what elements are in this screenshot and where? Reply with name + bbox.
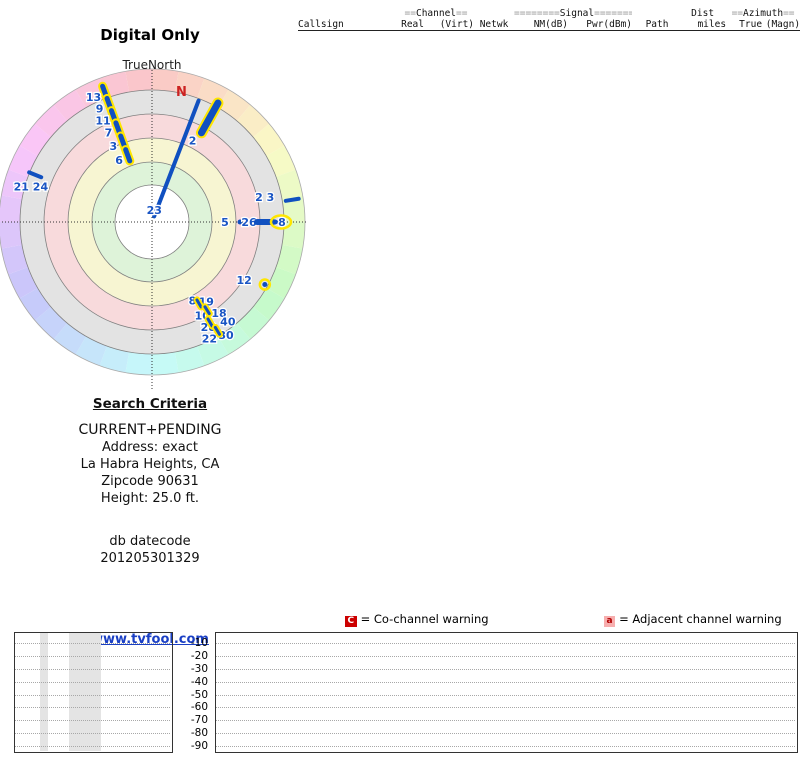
radar-channel-label: 3 xyxy=(109,140,117,153)
dbm-tick: -90 xyxy=(190,740,208,752)
azimuth-color-ring xyxy=(125,69,152,93)
channel-group-header: ==Channel== xyxy=(404,8,468,19)
dbm-tick: -80 xyxy=(190,727,208,740)
radar-title: Digital Only xyxy=(100,26,200,44)
col-miles: miles xyxy=(682,19,727,31)
signal-group-header: ========Signal======== xyxy=(514,8,633,19)
search-criteria-block: Search Criteria CURRENT+PENDING Address:… xyxy=(25,396,275,647)
gridline xyxy=(15,707,170,709)
radar-channel-label: 23 xyxy=(147,204,162,217)
gridline xyxy=(15,694,170,696)
azimuth-color-ring xyxy=(0,222,23,249)
radar-channel-label: 11 xyxy=(95,115,110,128)
gridline xyxy=(216,707,795,709)
legend-adjacent-channel: a = Adjacent channel warning xyxy=(604,612,782,627)
radar-channel-label: 22 xyxy=(202,333,217,346)
gridline xyxy=(216,746,795,747)
radar-channel-label: 6 xyxy=(115,154,123,167)
db-datecode-block: db datecode 201205301329 xyxy=(25,533,275,567)
gridline xyxy=(216,720,795,722)
search-criteria-heading: Search Criteria xyxy=(92,396,208,412)
dbm-tick: -70 xyxy=(190,714,208,727)
azimuth-color-ring xyxy=(152,351,179,375)
radar-channel-label: 12 xyxy=(237,274,252,287)
dist-group-header: Dist xyxy=(691,8,715,19)
dbm-tick: -60 xyxy=(190,701,208,714)
azimuth-color-ring xyxy=(0,195,23,222)
adjacent-channel-badge: a xyxy=(604,616,616,627)
radar-channel-label: 40 xyxy=(220,316,236,329)
magnetic-north-label: N xyxy=(176,85,187,100)
tvfool-report-page: 23 2 13 9 11 7 3 6 21 24 2 3 5 26 8 12 8 19 10 18 28 40 22 30… xyxy=(0,0,800,768)
gridline xyxy=(15,643,170,644)
search-zipcode: Zipcode 90631 xyxy=(101,474,199,489)
azimuth-color-ring xyxy=(152,69,179,93)
radar-channel-label: 8 xyxy=(278,216,286,229)
azimuth-group-header: ==Azimuth== xyxy=(731,8,795,19)
radar-station-marker xyxy=(283,196,301,203)
true-north-label: TrueNorth xyxy=(122,58,182,72)
col-magn: (Magn) xyxy=(762,19,800,31)
col-netwk: Netwk xyxy=(474,19,515,31)
col-callsign: Callsign xyxy=(298,19,398,31)
dbm-tick: -50 xyxy=(190,688,208,701)
db-datecode-value: 201205301329 xyxy=(100,551,200,566)
search-height: Height: 25.0 ft. xyxy=(100,491,200,506)
radar-dot-marker xyxy=(262,282,268,288)
dbm-tick: -10 xyxy=(190,637,208,649)
search-db-mode: CURRENT+PENDING xyxy=(78,422,222,438)
col-nm: NM(dB) xyxy=(514,19,569,31)
db-datecode-label: db datecode xyxy=(109,534,191,549)
radar-channel-label: 2 xyxy=(189,134,197,147)
uhf-frame xyxy=(215,632,798,753)
gridline xyxy=(216,694,795,696)
search-city: La Habra Heights, CA xyxy=(80,457,220,472)
radar-channel-label: 9 xyxy=(96,102,104,115)
gridline xyxy=(15,733,170,735)
radar-channel-label: 21 24 xyxy=(14,180,49,193)
col-pwr: Pwr(dBm) xyxy=(568,19,633,31)
gridline xyxy=(15,720,170,722)
gridline xyxy=(216,733,795,735)
radar-channel-label: 5 xyxy=(221,216,229,229)
azimuth-color-ring xyxy=(125,351,152,375)
gridline xyxy=(15,668,170,670)
gridline xyxy=(15,655,170,657)
radar-channel-label: 7 xyxy=(105,127,113,140)
dbm-tick: -40 xyxy=(190,675,208,688)
radar-channel-label: 2 3 xyxy=(255,191,274,204)
col-path: Path xyxy=(632,19,683,31)
col-true: True xyxy=(726,19,763,31)
legend-co-channel: C = Co-channel warning xyxy=(345,612,489,627)
gridline xyxy=(15,681,170,683)
co-channel-badge: C xyxy=(345,616,357,627)
table-header-groups: ==Channel== ========Signal======== Dist … xyxy=(298,8,800,19)
col-real: Real xyxy=(398,19,424,31)
gridline xyxy=(216,643,795,644)
signal-table: ==Channel== ========Signal======== Dist … xyxy=(298,8,800,31)
gridline xyxy=(15,746,170,747)
gridline xyxy=(216,655,795,657)
col-virt: (Virt) xyxy=(424,19,475,31)
dbm-tick: -30 xyxy=(190,662,208,675)
table-header-columns: Callsign Real (Virt) Netwk NM(dB) Pwr(dB… xyxy=(298,19,800,31)
gridline xyxy=(216,668,795,670)
dbm-tick: -20 xyxy=(190,649,208,662)
gridline xyxy=(216,681,795,683)
search-address-mode: Address: exact xyxy=(102,440,198,455)
